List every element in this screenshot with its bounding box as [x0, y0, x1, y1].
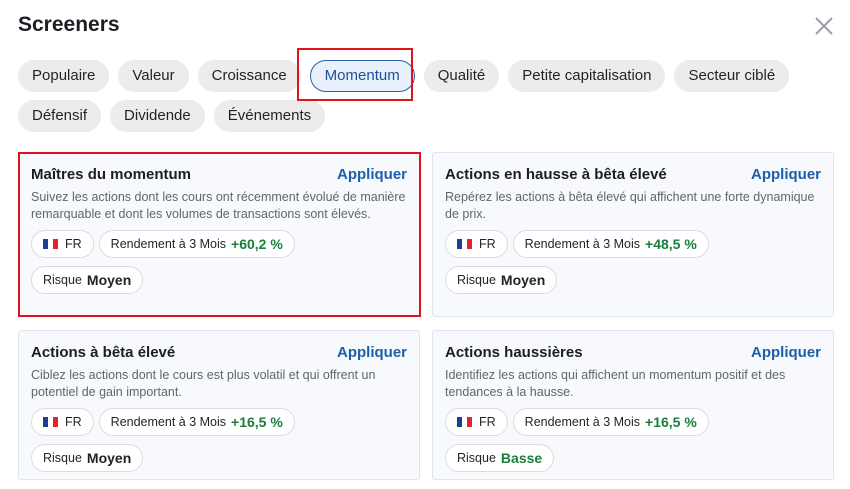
apply-button[interactable]: Appliquer — [751, 344, 821, 361]
chip-defensif[interactable]: Défensif — [18, 100, 102, 132]
chip-croissance[interactable]: Croissance — [197, 60, 301, 92]
risk-pill: Risque Basse — [445, 444, 555, 472]
card-title: Actions en hausse à bêta élevé — [445, 166, 667, 183]
return-value: +16,5 % — [645, 414, 697, 430]
france-flag-icon — [43, 239, 58, 249]
france-flag-icon — [457, 417, 472, 427]
return-value: +60,2 % — [231, 236, 283, 252]
card-title: Actions à bêta élevé — [31, 344, 176, 361]
france-flag-icon — [43, 417, 58, 427]
card-title: Actions haussières — [445, 344, 583, 361]
card-description: Ciblez les actions dont le cours est plu… — [31, 368, 376, 399]
return-value: +16,5 % — [231, 414, 283, 430]
risk-pill: Risque Moyen — [445, 266, 558, 294]
chip-petite-capitalisation[interactable]: Petite capitalisation — [508, 60, 666, 92]
screener-card-high-beta: Actions à bêta élevé Appliquer Ciblez le… — [18, 330, 420, 480]
return-pill: Rendement à 3 Mois +60,2 % — [98, 230, 295, 258]
card-title: Maîtres du momentum — [31, 166, 192, 183]
card-description: Repérez les actions à bêta élevé qui aff… — [445, 190, 815, 221]
chip-dividende[interactable]: Dividende — [110, 100, 205, 132]
chip-qualite[interactable]: Qualité — [423, 60, 500, 92]
risk-value: Moyen — [86, 272, 132, 288]
france-flag-icon — [457, 239, 472, 249]
return-pill: Rendement à 3 Mois +48,5 % — [512, 230, 709, 258]
chip-secteur-cible[interactable]: Secteur ciblé — [674, 60, 790, 92]
category-chips-row-2: Défensif Dividende Événements — [18, 100, 326, 132]
country-pill: FR — [445, 230, 508, 258]
close-icon[interactable] — [812, 14, 836, 38]
country-pill: FR — [31, 230, 94, 258]
apply-button[interactable]: Appliquer — [751, 166, 821, 183]
chip-momentum[interactable]: Momentum — [309, 60, 415, 92]
screener-card-high-beta-rising: Actions en hausse à bêta élevé Appliquer… — [432, 152, 834, 317]
chip-valeur[interactable]: Valeur — [118, 60, 189, 92]
screener-card-momentum-masters: Maîtres du momentum Appliquer Suivez les… — [18, 152, 420, 317]
country-pill: FR — [31, 408, 94, 436]
category-chips-row-1: Populaire Valeur Croissance Momentum Qua… — [18, 60, 790, 92]
apply-button[interactable]: Appliquer — [337, 166, 407, 183]
risk-value: Basse — [500, 450, 543, 466]
card-description: Suivez les actions dont les cours ont ré… — [31, 190, 406, 221]
return-pill: Rendement à 3 Mois +16,5 % — [512, 408, 709, 436]
risk-pill: Risque Moyen — [31, 266, 144, 294]
chip-populaire[interactable]: Populaire — [18, 60, 110, 92]
risk-value: Moyen — [500, 272, 546, 288]
chip-evenements[interactable]: Événements — [213, 100, 326, 132]
card-description: Identifiez les actions qui affichent un … — [445, 368, 786, 399]
risk-value: Moyen — [86, 450, 132, 466]
country-pill: FR — [445, 408, 508, 436]
apply-button[interactable]: Appliquer — [337, 344, 407, 361]
return-value: +48,5 % — [645, 236, 697, 252]
risk-pill: Risque Moyen — [31, 444, 144, 472]
screener-card-bullish: Actions haussières Appliquer Identifiez … — [432, 330, 834, 480]
return-pill: Rendement à 3 Mois +16,5 % — [98, 408, 295, 436]
page-title: Screeners — [18, 13, 120, 36]
